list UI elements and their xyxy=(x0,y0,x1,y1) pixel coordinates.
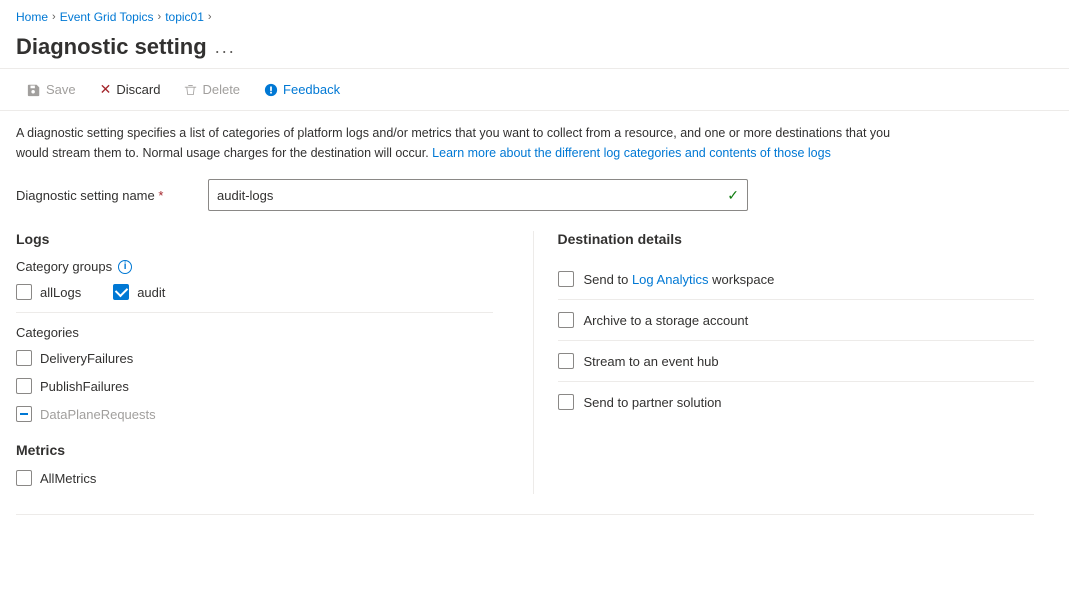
partner-solution-checkbox[interactable] xyxy=(558,394,574,410)
metrics-heading: Metrics xyxy=(16,442,493,458)
input-valid-icon: ✓ xyxy=(727,187,739,204)
publish-failures-text: PublishFailures xyxy=(40,379,129,394)
all-metrics-text: AllMetrics xyxy=(40,471,96,486)
log-analytics-checkbox[interactable] xyxy=(558,271,574,287)
category-groups-label: Category groups i xyxy=(16,259,493,274)
audit-checkbox-label[interactable]: audit xyxy=(113,284,165,300)
log-analytics-label: Send to Log Analytics workspace xyxy=(584,272,775,287)
breadcrumb-sep-1: › xyxy=(52,11,56,23)
category-groups-info-icon[interactable]: i xyxy=(118,260,132,274)
all-logs-checkbox-label[interactable]: allLogs xyxy=(16,284,81,300)
publish-failures-row: PublishFailures xyxy=(16,378,493,394)
diagnostic-setting-name-label: Diagnostic setting name * xyxy=(16,188,196,203)
feedback-icon xyxy=(264,83,278,97)
save-button[interactable]: Save xyxy=(16,76,87,103)
delivery-failures-row: DeliveryFailures xyxy=(16,350,493,366)
breadcrumb-sep-2: › xyxy=(158,11,162,23)
breadcrumb: Home › Event Grid Topics › topic01 › xyxy=(0,0,1069,30)
partner-solution-label: Send to partner solution xyxy=(584,395,722,410)
main-columns: Logs Category groups i allLogs audit C xyxy=(16,231,1034,494)
required-indicator: * xyxy=(158,188,163,203)
destination-partner-solution: Send to partner solution xyxy=(558,382,1035,422)
metrics-section: Metrics AllMetrics xyxy=(16,442,493,486)
delete-icon xyxy=(184,83,197,97)
data-plane-requests-label: DataPlaneRequests xyxy=(16,406,156,422)
logs-column: Logs Category groups i allLogs audit C xyxy=(16,231,533,494)
storage-account-checkbox[interactable] xyxy=(558,312,574,328)
delivery-failures-text: DeliveryFailures xyxy=(40,351,133,366)
feedback-button[interactable]: Feedback xyxy=(253,76,351,103)
discard-button[interactable]: ✕ Discard xyxy=(89,75,172,104)
audit-label: audit xyxy=(137,285,165,300)
diagnostic-setting-name-row: Diagnostic setting name * ✓ xyxy=(16,179,1034,211)
categories-label: Categories xyxy=(16,325,493,340)
save-label: Save xyxy=(46,82,76,97)
delete-label: Delete xyxy=(202,82,240,97)
page-title: Diagnostic setting xyxy=(16,34,207,60)
breadcrumb-sep-3: › xyxy=(208,11,212,23)
destination-storage-account: Archive to a storage account xyxy=(558,300,1035,341)
all-metrics-checkbox[interactable] xyxy=(16,470,32,486)
audit-checkbox[interactable] xyxy=(113,284,129,300)
save-icon xyxy=(27,83,41,97)
destination-event-hub: Stream to an event hub xyxy=(558,341,1035,382)
feedback-label: Feedback xyxy=(283,82,340,97)
page-title-row: Diagnostic setting ... xyxy=(0,30,1069,68)
destination-heading: Destination details xyxy=(558,231,1035,247)
all-metrics-row: AllMetrics xyxy=(16,470,493,486)
publish-failures-label[interactable]: PublishFailures xyxy=(16,378,129,394)
category-groups-row: allLogs audit xyxy=(16,284,493,300)
event-hub-label: Stream to an event hub xyxy=(584,354,719,369)
destination-log-analytics: Send to Log Analytics workspace xyxy=(558,259,1035,300)
diagnostic-setting-name-input-wrapper[interactable]: ✓ xyxy=(208,179,748,211)
destination-column: Destination details Send to Log Analytic… xyxy=(533,231,1035,494)
all-logs-label: allLogs xyxy=(40,285,81,300)
diagnostic-setting-name-input[interactable] xyxy=(217,188,727,203)
all-metrics-label[interactable]: AllMetrics xyxy=(16,470,96,486)
delivery-failures-checkbox[interactable] xyxy=(16,350,32,366)
discard-label: Discard xyxy=(116,82,160,97)
category-groups-divider xyxy=(16,312,493,313)
breadcrumb-home[interactable]: Home xyxy=(16,10,48,24)
delivery-failures-label[interactable]: DeliveryFailures xyxy=(16,350,133,366)
event-hub-checkbox[interactable] xyxy=(558,353,574,369)
bottom-divider xyxy=(16,514,1034,515)
publish-failures-checkbox[interactable] xyxy=(16,378,32,394)
data-plane-requests-checkbox xyxy=(16,406,32,422)
breadcrumb-topic01[interactable]: topic01 xyxy=(165,10,204,24)
learn-more-link[interactable]: Learn more about the different log categ… xyxy=(432,146,831,160)
storage-account-label: Archive to a storage account xyxy=(584,313,749,328)
delete-button[interactable]: Delete xyxy=(173,76,251,103)
data-plane-requests-row: DataPlaneRequests xyxy=(16,406,493,422)
page-ellipsis-menu[interactable]: ... xyxy=(215,37,236,58)
all-logs-checkbox[interactable] xyxy=(16,284,32,300)
log-analytics-link[interactable]: Log Analytics xyxy=(632,272,709,287)
toolbar: Save ✕ Discard Delete Feedback xyxy=(0,69,1069,111)
main-content: A diagnostic setting specifies a list of… xyxy=(0,111,1050,527)
breadcrumb-event-grid-topics[interactable]: Event Grid Topics xyxy=(60,10,154,24)
description-text: A diagnostic setting specifies a list of… xyxy=(16,123,916,163)
discard-icon: ✕ xyxy=(100,81,112,98)
data-plane-requests-text: DataPlaneRequests xyxy=(40,407,156,422)
logs-heading: Logs xyxy=(16,231,493,247)
